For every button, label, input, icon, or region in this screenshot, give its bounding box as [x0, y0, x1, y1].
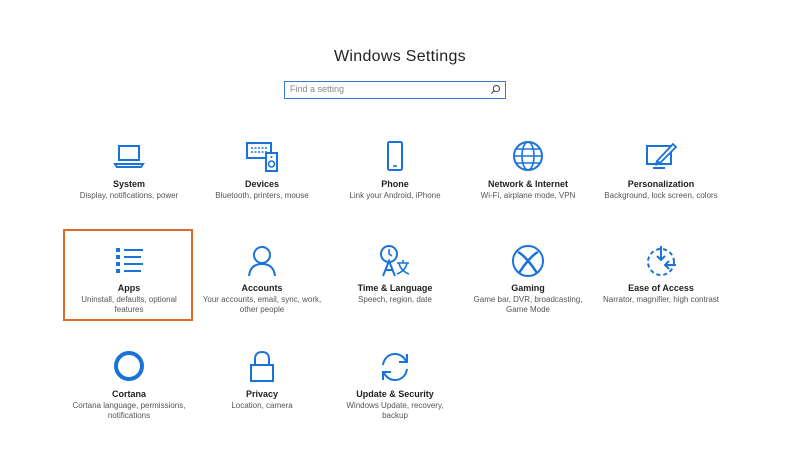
- tile-apps[interactable]: Apps Uninstall, defaults, optional featu…: [64, 243, 194, 315]
- tile-label: Gaming: [511, 283, 545, 293]
- tile-desc: Link your Android, iPhone: [349, 191, 441, 200]
- tile-desc: Game bar, DVR, broadcasting, Game Mode: [473, 295, 583, 314]
- tile-desc: Location, camera: [231, 401, 293, 410]
- tile-desc: Windows Update, recovery, backup: [346, 401, 444, 420]
- tile-label: Cortana: [111, 389, 146, 399]
- tile-label: Accounts: [241, 283, 283, 293]
- tile-update-security[interactable]: Update & Security Windows Update, recove…: [330, 349, 460, 421]
- time-language-icon: [380, 245, 410, 277]
- tile-desc: Uninstall, defaults, optional features: [81, 295, 177, 314]
- tile-personalization[interactable]: Personalization Background, lock screen,…: [596, 139, 726, 201]
- tile-desc: Speech, region, date: [358, 295, 432, 304]
- tile-desc: Cortana language, permissions, notificat…: [72, 401, 186, 420]
- tile-phone[interactable]: Phone Link your Android, iPhone: [330, 139, 460, 201]
- tile-desc: Bluetooth, printers, mouse: [215, 191, 309, 200]
- paint-icon: [646, 142, 678, 169]
- tile-label: Update & Security: [356, 389, 434, 399]
- tile-desc: Your accounts, email, sync, work, other …: [202, 295, 322, 314]
- tile-label: Network & Internet: [487, 179, 568, 189]
- tile-desc: Wi-Fi, airplane mode, VPN: [480, 191, 576, 200]
- search-icon[interactable]: [490, 84, 501, 95]
- tile-label: System: [112, 179, 146, 189]
- tile-desc: Display, notifications, power: [79, 191, 179, 200]
- tile-label: Privacy: [245, 389, 279, 399]
- page-title: Windows Settings: [334, 48, 466, 65]
- search-input[interactable]: Find a setting: [284, 81, 506, 99]
- tile-label: Devices: [244, 179, 280, 189]
- globe-icon: [513, 141, 543, 171]
- tile-network-internet[interactable]: Network & Internet Wi-Fi, airplane mode,…: [463, 139, 593, 201]
- lock-icon: [250, 350, 274, 382]
- laptop-icon: [113, 145, 145, 168]
- tile-time-language[interactable]: Time & Language Speech, region, date: [330, 243, 460, 305]
- tile-label: Personalization: [627, 179, 695, 189]
- devices-icon: [246, 142, 278, 172]
- settings-window: Windows Settings Find a setting System D…: [0, 0, 800, 476]
- cortana-icon: [114, 351, 144, 381]
- tile-desc: Background, lock screen, colors: [604, 191, 718, 200]
- tile-devices[interactable]: Devices Bluetooth, printers, mouse: [197, 139, 327, 201]
- tile-system[interactable]: System Display, notifications, power: [64, 139, 194, 201]
- search-placeholder: Find a setting: [290, 84, 345, 94]
- xbox-icon: [512, 245, 544, 277]
- tile-ease-of-access[interactable]: Ease of Access Narrator, magnifier, high…: [596, 243, 726, 305]
- tile-privacy[interactable]: Privacy Location, camera: [197, 349, 327, 411]
- tile-gaming[interactable]: Gaming Game bar, DVR, broadcasting, Game…: [463, 243, 593, 315]
- tile-label: Phone: [381, 179, 409, 189]
- person-icon: [248, 246, 276, 277]
- apps-list-icon: [116, 248, 143, 273]
- tile-cortana[interactable]: Cortana Cortana language, permissions, n…: [64, 349, 194, 421]
- tile-label: Time & Language: [357, 283, 433, 293]
- tile-desc: Narrator, magnifier, high contrast: [602, 295, 720, 304]
- phone-icon: [387, 141, 403, 171]
- tile-accounts[interactable]: Accounts Your accounts, email, sync, wor…: [197, 243, 327, 315]
- ease-of-access-icon: [647, 246, 676, 276]
- tile-label: Apps: [117, 283, 141, 293]
- tile-label: Ease of Access: [628, 283, 694, 293]
- sync-icon: [382, 352, 408, 382]
